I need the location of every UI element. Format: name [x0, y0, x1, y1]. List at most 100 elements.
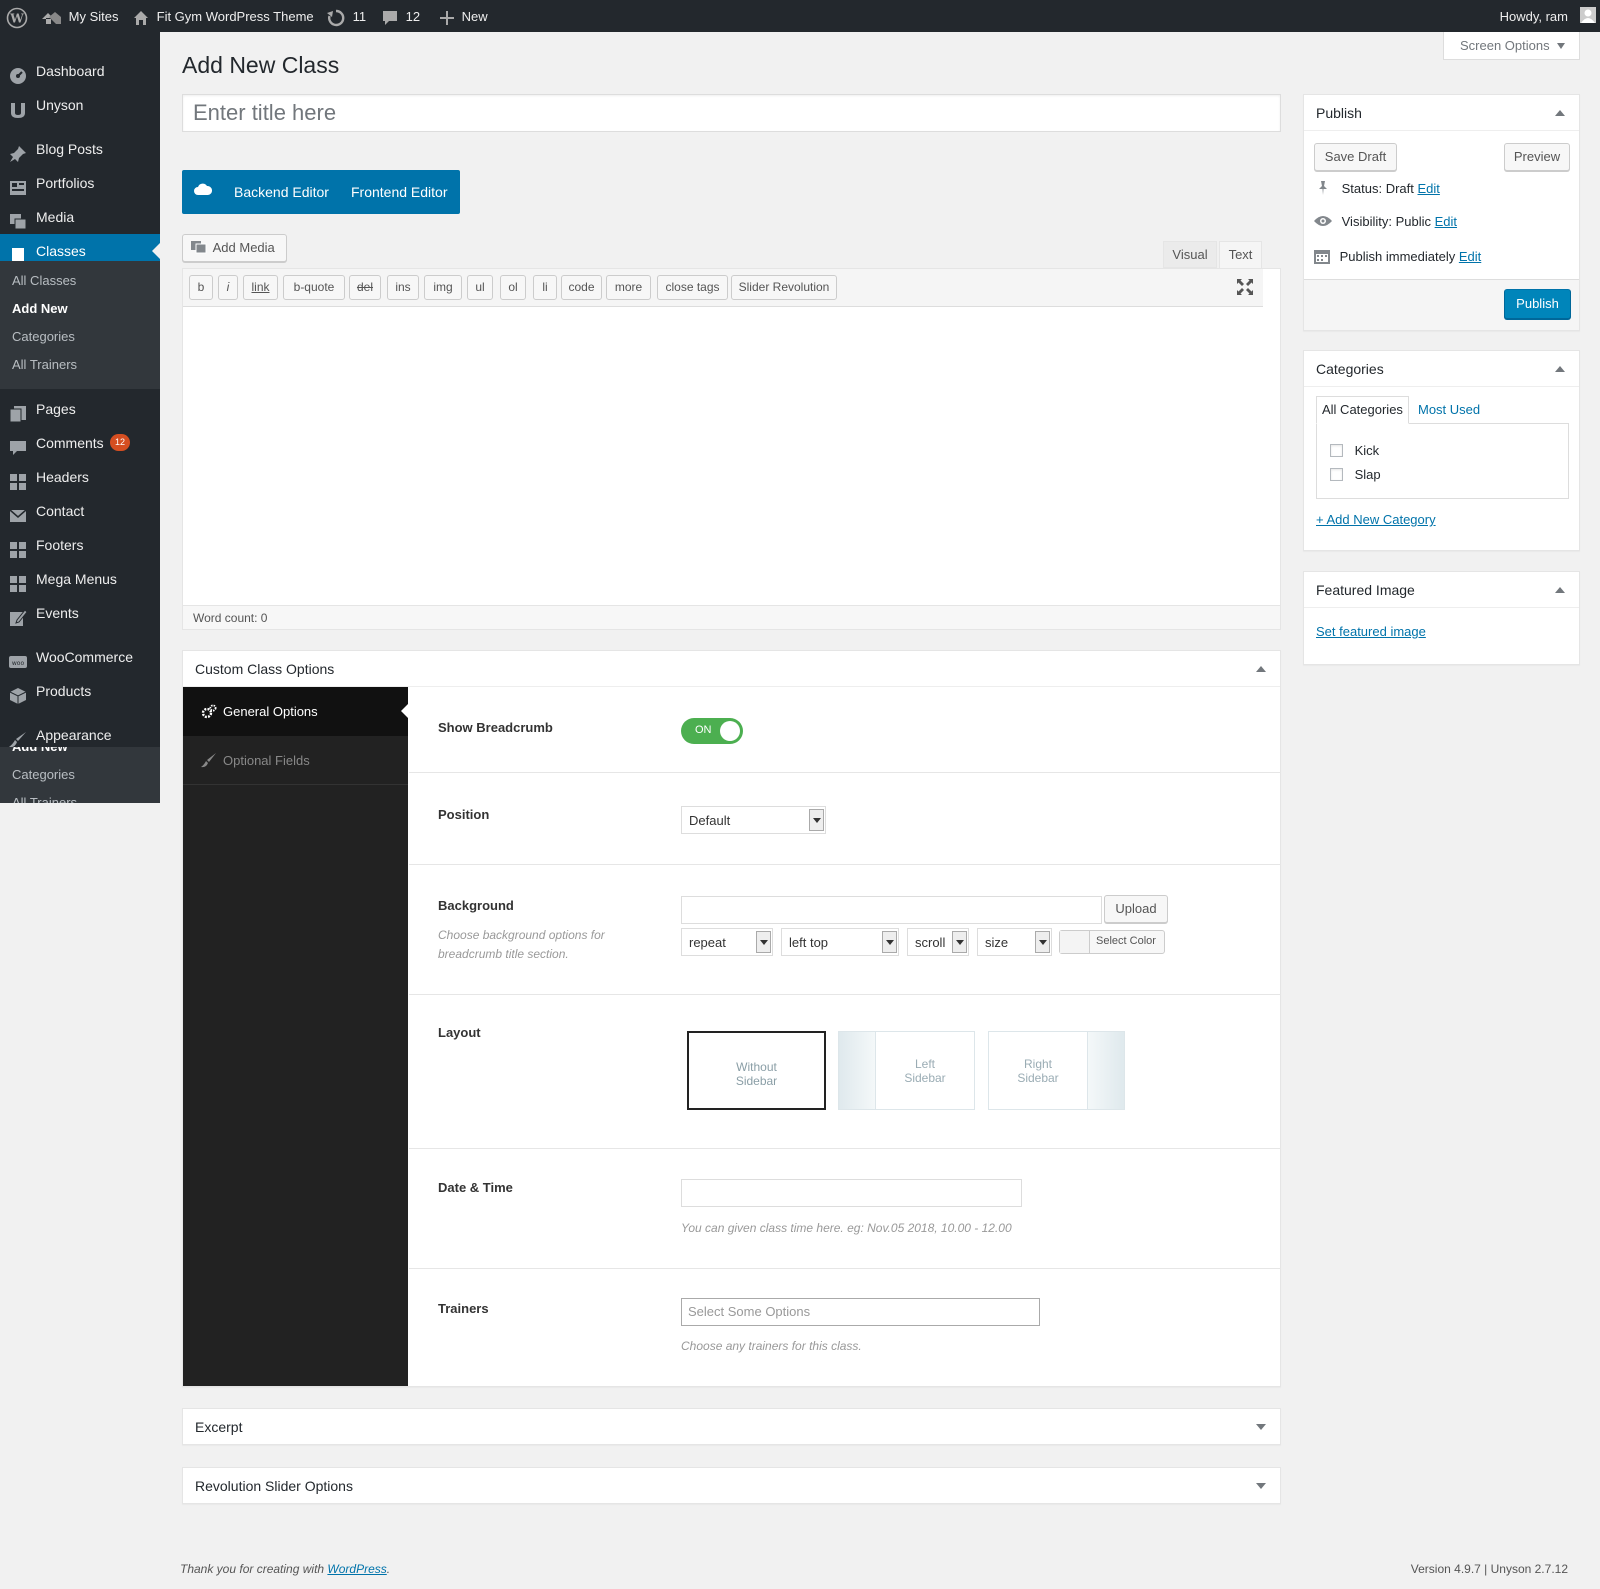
site-name-link[interactable]: Fit Gym WordPress Theme: [133, 0, 314, 32]
edit-visibility-link[interactable]: Edit: [1435, 214, 1457, 229]
layout-left-sidebar[interactable]: Left Sidebar: [838, 1031, 975, 1110]
fullscreen-icon[interactable]: [1236, 278, 1254, 299]
checkbox[interactable]: [1330, 444, 1343, 457]
tab-most-used[interactable]: Most Used: [1418, 402, 1480, 417]
quicktag-code-button[interactable]: code: [561, 275, 602, 300]
layout-without-sidebar[interactable]: Without Sidebar: [687, 1031, 826, 1110]
status-row: Status: Draft Edit: [1316, 180, 1440, 196]
bg-position-select[interactable]: left top: [781, 928, 899, 956]
add-new-category-link[interactable]: + Add New Category: [1316, 512, 1436, 527]
quicktag-i-button[interactable]: i: [218, 275, 238, 300]
wordpress-link[interactable]: WordPress: [327, 1562, 386, 1576]
quicktag-ins-button[interactable]: ins: [387, 275, 419, 300]
quicktag-slider-revolution-button[interactable]: Slider Revolution: [731, 275, 837, 300]
select-color-button[interactable]: Select Color: [1059, 930, 1165, 954]
sidebar-item-comments[interactable]: Comments 12: [0, 426, 160, 460]
sidebar-item-footers[interactable]: Footers: [0, 528, 160, 562]
submenu-item-all-trainers[interactable]: All Trainers: [12, 351, 77, 379]
submenu-item-all-classes[interactable]: All Classes: [12, 267, 76, 295]
editor-textarea[interactable]: [183, 307, 1280, 596]
bg-attachment-select[interactable]: scroll: [907, 928, 969, 956]
sidebar-item-label: Events: [36, 605, 79, 621]
sidebar-item-mega-menus[interactable]: Mega Menus: [0, 562, 160, 596]
category-item[interactable]: Slap: [1330, 467, 1381, 482]
checkbox[interactable]: [1330, 468, 1343, 481]
updates-link[interactable]: 11: [327, 0, 366, 32]
quicktag-close-tags-button[interactable]: close tags: [657, 275, 728, 300]
set-featured-image-link[interactable]: Set featured image: [1316, 624, 1426, 639]
submenu-item-all-trainers[interactable]: All Trainers: [12, 789, 77, 803]
quicktag-ol-button[interactable]: ol: [500, 275, 526, 300]
caret-up-icon[interactable]: [1256, 666, 1266, 672]
quicktag-b-quote-button[interactable]: b-quote: [283, 275, 345, 300]
submenu-item-categories[interactable]: Categories: [12, 323, 75, 351]
edit-status-link[interactable]: Edit: [1418, 181, 1440, 196]
position-select[interactable]: Default: [681, 806, 826, 834]
publish-heading[interactable]: Publish: [1304, 95, 1579, 131]
quicktag-li-button[interactable]: li: [533, 275, 557, 300]
submenu-item-add-new[interactable]: Add New: [12, 295, 68, 323]
sidebar-item-unyson[interactable]: Unyson: [0, 88, 160, 122]
sidebar-item-portfolios[interactable]: Portfolios: [0, 166, 160, 200]
sidebar-item-events[interactable]: Events: [0, 596, 160, 630]
frontend-editor-button[interactable]: Frontend Editor: [351, 184, 448, 200]
edit-schedule-link[interactable]: Edit: [1459, 249, 1481, 264]
layout-right-sidebar[interactable]: Right Sidebar: [988, 1031, 1125, 1110]
save-draft-button[interactable]: Save Draft: [1314, 143, 1397, 171]
custom-options-heading[interactable]: Custom Class Options: [183, 651, 1280, 687]
backend-editor-button[interactable]: Backend Editor: [234, 184, 329, 200]
add-media-button[interactable]: Add Media: [182, 234, 287, 262]
new-label: New: [461, 9, 488, 24]
caret-up-icon[interactable]: [1555, 110, 1565, 116]
comments-link[interactable]: 12: [382, 0, 420, 32]
sidebar-item-dashboard[interactable]: Dashboard: [0, 54, 160, 88]
my-sites-link[interactable]: My Sites: [41, 0, 118, 32]
trainers-select[interactable]: Select Some Options: [681, 1298, 1040, 1326]
submenu-item-add-new[interactable]: Add New: [12, 747, 68, 761]
sidebar-item-media[interactable]: Media: [0, 200, 160, 234]
bg-repeat-select[interactable]: repeat: [681, 928, 773, 956]
date-time-label: Date & Time: [438, 1180, 513, 1195]
howdy-link[interactable]: Howdy, ram: [1500, 0, 1568, 32]
bg-size-select[interactable]: size: [977, 928, 1052, 956]
revslider-heading[interactable]: Revolution Slider Options: [183, 1468, 1280, 1504]
sidebar-item-pages[interactable]: Pages: [0, 392, 160, 426]
upload-button[interactable]: Upload: [1104, 895, 1168, 923]
quicktag-img-button[interactable]: img: [424, 275, 462, 300]
quicktag-del-button[interactable]: del: [349, 275, 381, 300]
submenu-item-categories[interactable]: Categories: [12, 761, 75, 789]
sidebar-item-headers[interactable]: Headers: [0, 460, 160, 494]
preview-button[interactable]: Preview: [1504, 143, 1570, 171]
publish-button[interactable]: Publish: [1504, 289, 1571, 319]
caret-up-icon[interactable]: [1555, 366, 1565, 372]
sidebar-item-contact[interactable]: Contact: [0, 494, 160, 528]
title-input[interactable]: Enter title here: [182, 94, 1281, 132]
sidebar-item-products[interactable]: Products: [0, 674, 160, 708]
chevron-down-icon: [809, 809, 824, 831]
sidebar-item-blog-posts[interactable]: Blog Posts: [0, 132, 160, 166]
screen-options-toggle[interactable]: Screen Options: [1443, 32, 1580, 60]
new-content-link[interactable]: New: [440, 0, 488, 32]
category-item[interactable]: Kick: [1330, 443, 1379, 458]
caret-down-icon[interactable]: [1256, 1424, 1266, 1430]
wordpress-logo-icon[interactable]: W: [6, 0, 28, 32]
background-url-input[interactable]: [681, 896, 1102, 924]
categories-heading[interactable]: Categories: [1304, 351, 1579, 387]
tab-all-categories[interactable]: All Categories: [1316, 396, 1409, 424]
caret-up-icon[interactable]: [1555, 587, 1565, 593]
featured-image-heading[interactable]: Featured Image: [1304, 572, 1579, 608]
quicktag-ul-button[interactable]: ul: [467, 275, 493, 300]
caret-down-icon[interactable]: [1256, 1483, 1266, 1489]
quicktag-b-button[interactable]: b: [189, 275, 213, 300]
breadcrumb-toggle[interactable]: ON: [681, 718, 743, 744]
tab-optional-fields[interactable]: Optional Fields: [183, 736, 408, 785]
tab-general-options[interactable]: General Options: [183, 687, 408, 736]
tab-text[interactable]: Text: [1219, 241, 1262, 269]
tab-visual[interactable]: Visual: [1163, 241, 1217, 268]
excerpt-heading[interactable]: Excerpt: [183, 1409, 1280, 1445]
quicktag-link-button[interactable]: link: [243, 275, 278, 300]
avatar[interactable]: [1580, 7, 1596, 23]
date-time-input[interactable]: [681, 1179, 1022, 1207]
quicktag-more-button[interactable]: more: [606, 275, 651, 300]
sidebar-item-woocommerce[interactable]: woo WooCommerce: [0, 640, 160, 674]
